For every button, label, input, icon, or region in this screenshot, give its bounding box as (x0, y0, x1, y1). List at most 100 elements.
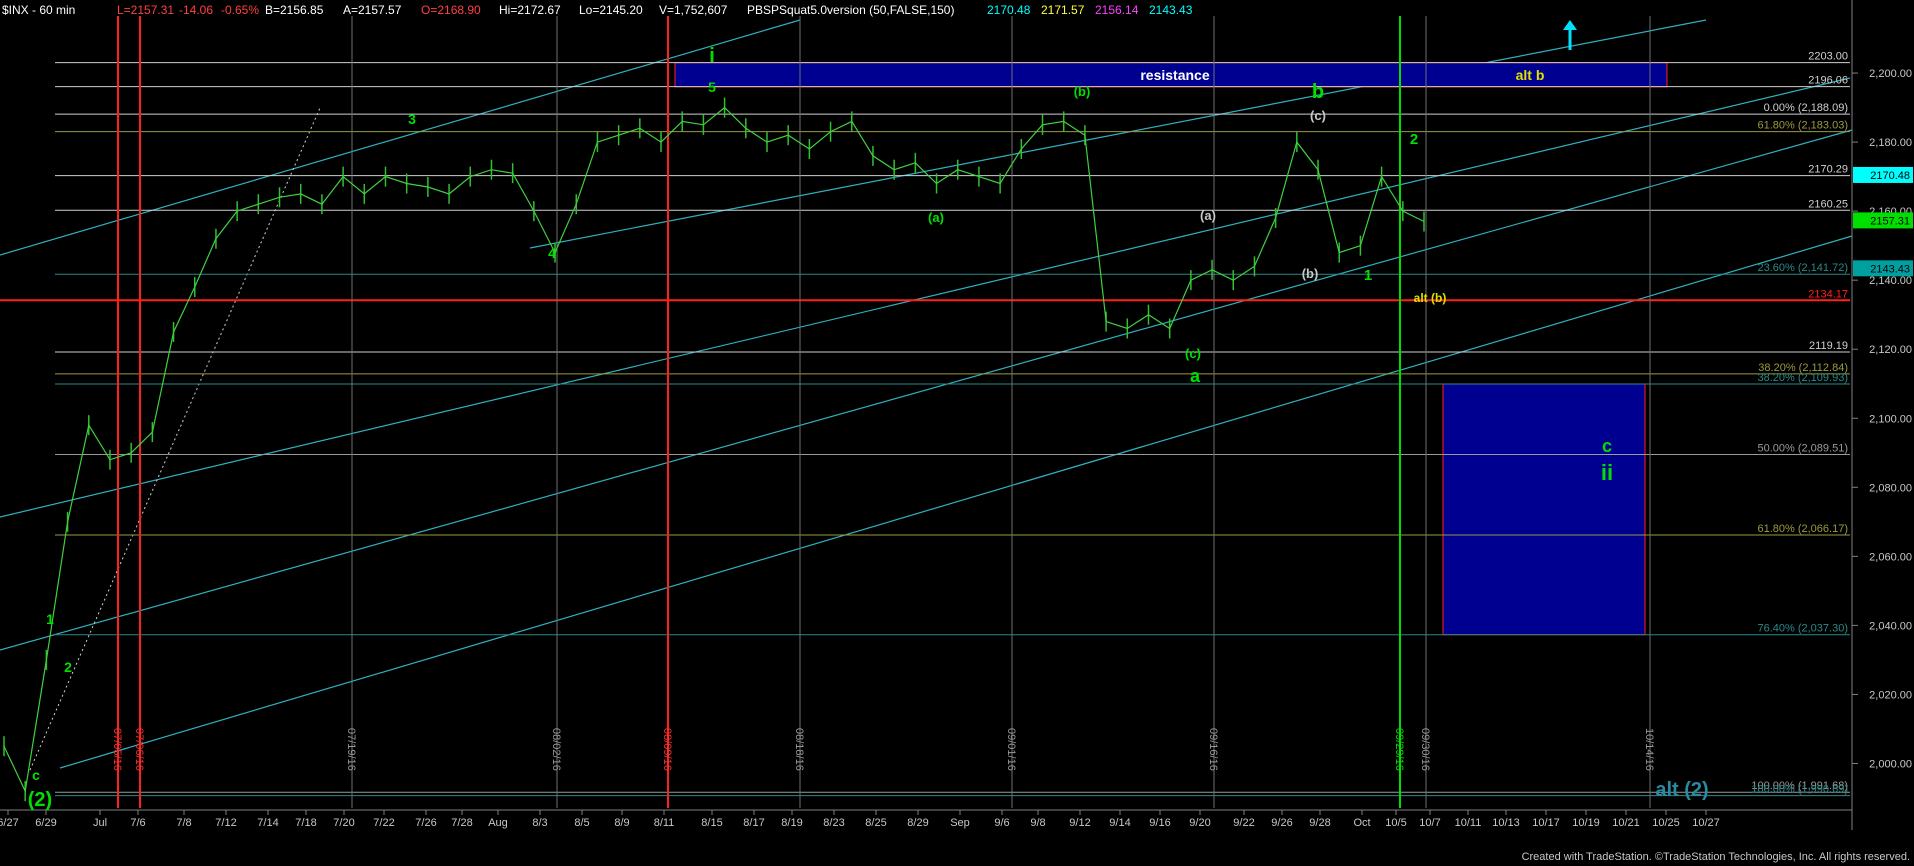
wave-label: (c) (1185, 346, 1201, 361)
header-field: B=2156.85 (265, 3, 324, 17)
x-tick-label: 8/3 (532, 817, 547, 829)
level-label: 23.60% (2,141.72) (1757, 262, 1848, 274)
level-label: 100.00% (1,990.69) (1751, 784, 1848, 796)
x-tick-label: Sep (950, 817, 970, 829)
y-tick-label: 2,000.00 (1869, 758, 1912, 770)
level-label: 2160.25 (1808, 198, 1848, 210)
level-label: 61.80% (2,183.03) (1757, 120, 1848, 132)
x-tick-label: 10/27 (1692, 817, 1720, 829)
wave-label: a (1190, 366, 1201, 386)
header-field: O=2168.90 (421, 3, 481, 17)
wave-label: 4 (548, 245, 556, 261)
level-label: 2196.06 (1808, 75, 1848, 87)
header-field: 2156.14 (1095, 3, 1139, 17)
header-field: L=2157.31 (117, 3, 174, 17)
y-tick-label: 2,060.00 (1869, 551, 1912, 563)
date-label: 07/06/16 (133, 728, 145, 771)
wave-label: b (1312, 81, 1324, 103)
header-field: 2143.43 (1149, 3, 1193, 17)
y-tick-label: 2,140.00 (1869, 275, 1912, 287)
wave-label: ii (1601, 460, 1613, 485)
level-label: 61.80% (2,066.17) (1757, 523, 1848, 535)
x-tick-label: 10/21 (1612, 817, 1640, 829)
date-label: 08/02/16 (550, 728, 562, 771)
wave-label: 2 (1410, 131, 1418, 148)
y-tick-label: 2,120.00 (1869, 344, 1912, 356)
header-field: A=2157.57 (343, 3, 402, 17)
level-label: 2134.17 (1808, 288, 1848, 300)
x-tick-label: 8/17 (743, 817, 764, 829)
date-label: 09/29/16 (1393, 728, 1405, 771)
date-label: 08/18/16 (793, 728, 805, 771)
x-tick-label: Aug (488, 817, 508, 829)
x-tick-label: 10/13 (1492, 817, 1520, 829)
price-chart[interactable]: resistance 2203.00 2196.06 0.00% (2,188.09… (0, 0, 1914, 866)
header-field: V=1,752,607 (659, 3, 728, 17)
x-tick-label: 8/25 (865, 817, 886, 829)
wave-label: 1 (46, 611, 54, 627)
wave-label: (c) (1310, 108, 1326, 123)
x-tick-label: 7/8 (176, 817, 191, 829)
chart-window: resistance 2203.00 2196.06 0.00% (2,188.09… (0, 0, 1914, 866)
x-tick-label: 8/29 (907, 817, 928, 829)
wave-label: 5 (708, 79, 716, 95)
y-tick-label: 2,200.00 (1869, 68, 1912, 80)
date-label: 08/09/16 (661, 728, 673, 771)
y-tick-label: 2,040.00 (1869, 620, 1912, 632)
y-tick-label: 2,020.00 (1869, 689, 1912, 701)
x-tick-label: 9/16 (1149, 817, 1170, 829)
resistance-label: resistance (1140, 67, 1209, 83)
date-label: 10/14/16 (1643, 728, 1655, 771)
wave-label: alt (2) (1655, 779, 1708, 801)
y-tick-label: 2,100.00 (1869, 413, 1912, 425)
x-tick-label: 9/14 (1109, 817, 1130, 829)
wave-label: c (1602, 436, 1612, 456)
x-tick-label: 10/7 (1419, 817, 1440, 829)
x-tick-label: 7/18 (295, 817, 316, 829)
x-tick-label: 7/20 (333, 817, 354, 829)
wave-label: c (32, 767, 40, 783)
x-tick-label: 9/20 (1189, 817, 1210, 829)
x-tick-label: 10/5 (1385, 817, 1406, 829)
x-tick-label: 8/9 (614, 817, 629, 829)
chart-header: $INX - 60 min L=2157.31 -14.06 -0.65% B=2156… (2, 3, 1193, 17)
wave-label: (a) (1200, 208, 1216, 223)
x-tick-label: 10/19 (1572, 817, 1600, 829)
price-badge-label: 2157.31 (1870, 215, 1910, 227)
x-tick-label: 7/26 (415, 817, 436, 829)
x-tick-label: 7/22 (373, 817, 394, 829)
level-label: 2119.19 (1809, 340, 1848, 352)
target-zone (1442, 383, 1646, 636)
header-field: 2170.48 (987, 3, 1031, 17)
header-field: Lo=2145.20 (579, 3, 643, 17)
x-tick-label: 9/26 (1271, 817, 1292, 829)
y-tick-label: 2,180.00 (1869, 137, 1912, 149)
x-tick-label: 10/11 (1455, 817, 1482, 829)
header-field: 2171.57 (1041, 3, 1085, 17)
wave-label: (a) (928, 210, 944, 225)
wave-label: 2 (64, 659, 72, 675)
wave-label: (2) (28, 789, 52, 811)
level-label: 0.00% (2,188.09) (1764, 102, 1848, 114)
x-tick-label: 9/6 (994, 817, 1009, 829)
level-label: 76.40% (2,037.30) (1757, 623, 1848, 635)
wave-label: (b) (1302, 266, 1319, 281)
x-tick-label: 8/5 (574, 817, 589, 829)
wave-label: (b) (1074, 84, 1091, 99)
x-tick-label: 9/12 (1069, 817, 1090, 829)
level-label: 50.00% (2,089.51) (1757, 442, 1848, 454)
x-tick-label: 10/25 (1652, 817, 1680, 829)
x-tick-label: 8/23 (823, 817, 844, 829)
wave-label: alt (b) (1414, 291, 1447, 305)
x-tick-label: Oct (1353, 817, 1370, 829)
x-tick-label: 7/6 (130, 817, 145, 829)
x-tick-label: 9/28 (1309, 817, 1330, 829)
header-field: -0.65% (221, 3, 259, 17)
x-tick-label: 8/19 (781, 817, 802, 829)
date-label: 09/30/16 (1419, 728, 1431, 771)
level-label: 2170.29 (1808, 164, 1848, 176)
x-tick-label: Jul (93, 817, 107, 829)
price-badge-label: 2170.48 (1870, 170, 1910, 182)
date-label: 07/19/16 (345, 728, 357, 771)
x-tick-label: 10/17 (1532, 817, 1560, 829)
